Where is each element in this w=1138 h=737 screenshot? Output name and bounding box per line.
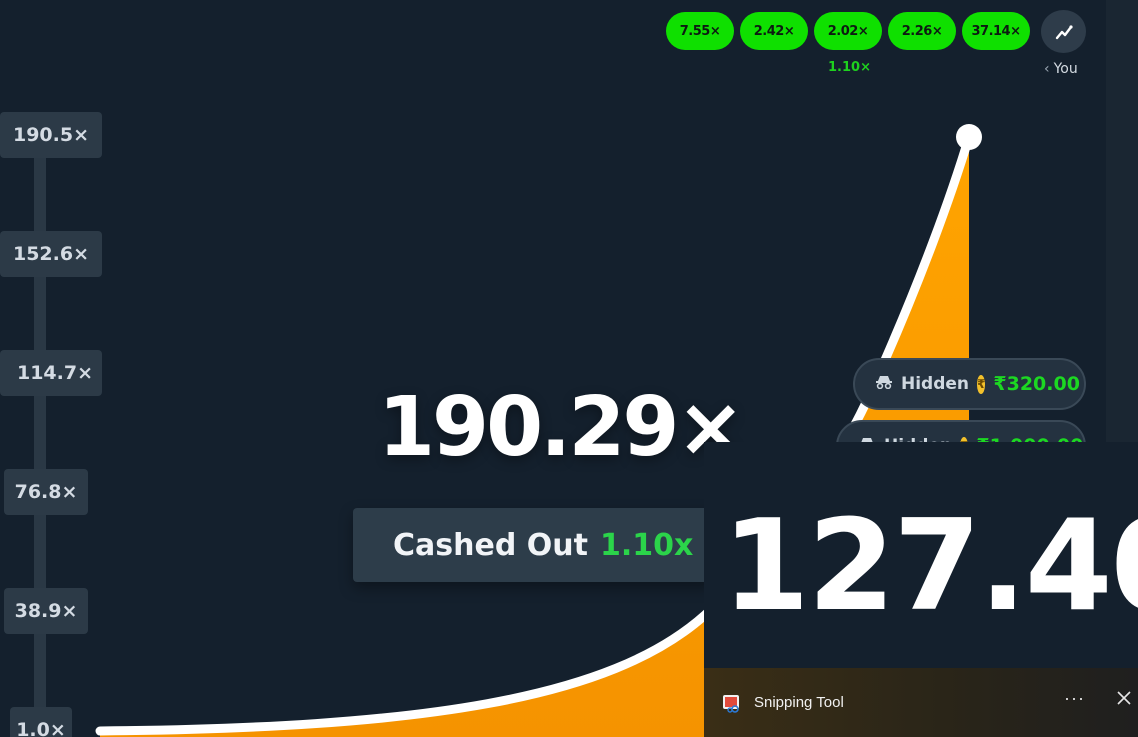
you-filter-link[interactable]: ‹ You bbox=[1044, 61, 1078, 77]
y-axis-tick: 190.5× bbox=[0, 112, 102, 158]
close-icon[interactable] bbox=[1114, 688, 1134, 708]
more-options-button[interactable]: ··· bbox=[1064, 688, 1085, 709]
history-pill[interactable]: 2.42× bbox=[740, 12, 808, 50]
history-pill[interactable]: 37.14× bbox=[962, 12, 1030, 50]
chart-toggle-button[interactable] bbox=[1041, 10, 1086, 53]
you-label: You bbox=[1053, 61, 1078, 77]
game-stage: 190.5× 152.6× 114.7× 76.8× 38.9× 1.0× 7.… bbox=[0, 0, 1138, 737]
cashed-out-banner: Cashed Out 1.10x bbox=[353, 508, 713, 582]
snipping-tool-notification[interactable]: Snipping Tool ··· bbox=[704, 668, 1138, 737]
y-axis-tick: 114.7× bbox=[0, 350, 102, 396]
snip-preview-value: 127.40 bbox=[722, 492, 1138, 639]
snipping-tool-icon bbox=[723, 694, 739, 713]
your-cashout-marker: 1.10× bbox=[828, 60, 871, 75]
player-bet-bubble: Hidden ₹ ₹320.00 bbox=[853, 358, 1086, 410]
y-axis-tick: 1.0× bbox=[10, 707, 72, 737]
cashed-out-label: Cashed Out bbox=[393, 527, 588, 563]
incognito-icon bbox=[875, 374, 893, 394]
history-pill[interactable]: 2.26× bbox=[888, 12, 956, 50]
snip-preview-panel[interactable]: 127.40 bbox=[704, 442, 1138, 668]
trend-chart-icon bbox=[1055, 24, 1073, 39]
cashed-out-value: 1.10x bbox=[599, 527, 694, 563]
y-axis-tick: 38.9× bbox=[4, 588, 88, 634]
current-multiplier: 190.29× bbox=[378, 380, 745, 475]
rupee-coin-icon: ₹ bbox=[977, 374, 986, 394]
chevron-left-icon: ‹ bbox=[1044, 61, 1050, 77]
curve-head-dot bbox=[956, 124, 982, 150]
history-pill[interactable]: 2.02× bbox=[814, 12, 882, 50]
player-amount: ₹320.00 bbox=[993, 373, 1080, 395]
history-pill[interactable]: 7.55× bbox=[666, 12, 734, 50]
y-axis-tick: 152.6× bbox=[0, 231, 102, 277]
notification-app-name: Snipping Tool bbox=[754, 694, 844, 711]
y-axis-tick: 76.8× bbox=[4, 469, 88, 515]
y-axis-line bbox=[34, 130, 46, 737]
round-history: 7.55× 2.42× 2.02× 2.26× 37.14× bbox=[666, 12, 1030, 50]
player-name: Hidden bbox=[901, 374, 970, 394]
